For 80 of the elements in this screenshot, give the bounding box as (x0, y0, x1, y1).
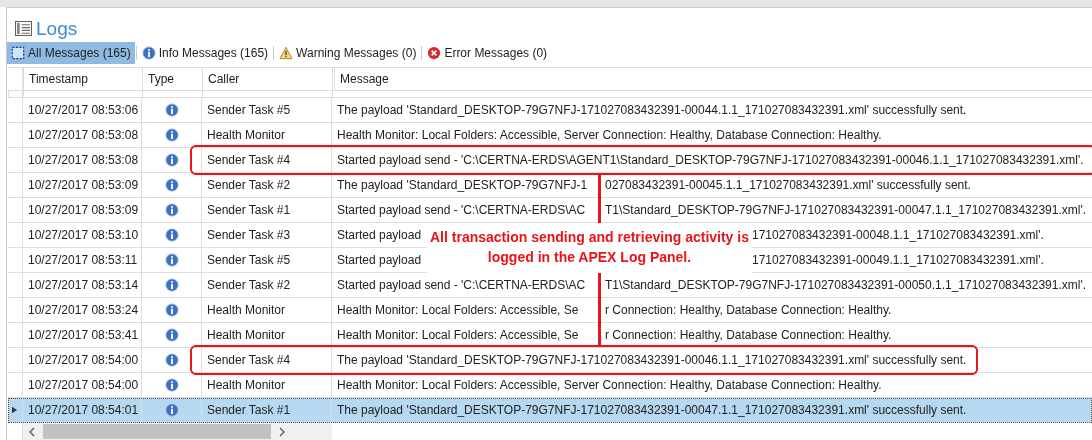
filter-tab[interactable]: Info Messages (165) (137, 42, 273, 64)
info-icon (164, 403, 179, 417)
info-icon (164, 303, 179, 317)
table-cell: Sender Task #5 (202, 248, 332, 272)
table-cell: Sender Task #5 (202, 98, 332, 122)
table-cell: Health Monitor (202, 323, 332, 347)
info-icon (164, 128, 179, 142)
info-icon (164, 203, 179, 217)
list-icon (15, 21, 32, 36)
scroll-left-icon[interactable] (29, 426, 35, 437)
table-cell: r Connection: Healthy, Database Connection: Healthy. (605, 328, 892, 342)
table-cell: The payload 'Standard_DESKTOP-79G7NFJ-171027083432391-00046.1.1_171027083432391.xml' successfully sent. (337, 353, 967, 367)
table-cell-text: Started payload send - 'C:\CERTNA-ERDS\AC (337, 203, 587, 217)
table-cell: Health Monitor: Local Folders: Accessible, Server Connection: Healthy, Database Connection: Healthy. (337, 378, 882, 392)
info-icon (164, 153, 179, 167)
leader-line (598, 175, 601, 223)
table-cell: 10/27/2017 08:53:10 (23, 223, 142, 247)
table-cell: 10/27/2017 08:53:24 (23, 298, 142, 322)
info-icon (164, 178, 179, 192)
row-pointer-icon (12, 406, 17, 414)
table-cell: 10/27/2017 08:53:09 (23, 198, 142, 222)
table-cell: Sender Task #1 (202, 198, 332, 222)
table-cell: Sender Task #1 (202, 398, 332, 422)
table-cell: Sender Task #3 (202, 223, 332, 247)
filter-tab[interactable]: Error Messages (0) (423, 42, 552, 64)
table-cell: The payload 'Standard_DESKTOP-79G7NFJ-171027083432391-00047.1.1_171027083432391.xml' successfully sent. (337, 403, 967, 417)
table-cell-text: Started payload (337, 228, 423, 242)
info-icon (164, 253, 179, 267)
table-cell: Health Monitor (202, 298, 332, 322)
table-cell-text: Started payload send - 'C:\CERTNA-ERDS\AC (337, 278, 587, 292)
table-cell: 10/27/2017 08:53:11 (23, 248, 142, 272)
table-cell: Sender Task #2 (202, 173, 332, 197)
scroll-right-icon[interactable] (279, 426, 285, 437)
table-cell: 171027083432391-00049.1.1_171027083432391.xml'. (752, 253, 1044, 267)
all-icon (11, 46, 25, 60)
column-header[interactable]: Type (142, 68, 202, 90)
table-cell: Started payload send - 'C:\CERTNA-ERDS\AGENT1\Standard_DESKTOP-79G7NFJ-171027083432391-00046.1.1_171027083432391.xml'. (337, 153, 1084, 167)
info-icon (141, 46, 156, 60)
table-cell: T1\Standard_DESKTOP-79G7NFJ-171027083432391-00047.1.1_171027083432391.xml'. (605, 203, 1087, 217)
info-icon (164, 278, 179, 292)
table-cell: 10/27/2017 08:54:00 (23, 373, 142, 397)
table-cell-text: Health Monitor: Local Folders: Accessible, Se (337, 328, 580, 342)
table-cell: Health Monitor (202, 123, 332, 147)
table-cell: 10/27/2017 08:53:08 (23, 123, 142, 147)
table-cell: 10/27/2017 08:53:06 (23, 98, 142, 122)
table-cell: Sender Task #4 (202, 148, 332, 172)
table-cell: T1\Standard_DESKTOP-79G7NFJ-171027083432391-00050.1.1_171027083432391.xml'. (605, 278, 1087, 292)
filter-tab[interactable]: Warning Messages (0) (275, 42, 421, 64)
filter-tab[interactable]: All Messages (165) (7, 42, 135, 64)
table-cell: 10/27/2017 08:53:09 (23, 173, 142, 197)
table-cell: The payload 'Standard_DESKTOP-79G7NFJ-171027083432391-00044.1.1_171027083432391.xml' successfully sent. (337, 103, 967, 117)
info-icon (164, 378, 179, 392)
table-cell: Health Monitor (202, 373, 332, 397)
table-cell: 10/27/2017 08:54:01 (23, 398, 142, 422)
table-cell: 10/27/2017 08:53:14 (23, 273, 142, 297)
table-cell: r Connection: Healthy, Database Connection: Healthy. (605, 303, 892, 317)
table-cell-text: The payload 'Standard_DESKTOP-79G7NFJ-1 (337, 178, 589, 192)
table-cell-text: Health Monitor: Local Folders: Accessible, Se (337, 303, 580, 317)
table-cell: Health Monitor: Local Folders: Accessible, Server Connection: Healthy, Database Connection: Healthy. (337, 128, 882, 142)
horizontal-scrollbar[interactable] (23, 423, 332, 440)
table-cell: Sender Task #4 (202, 348, 332, 372)
column-header[interactable]: Caller (202, 68, 332, 90)
leader-line (598, 273, 601, 345)
table-cell: Sender Task #2 (202, 273, 332, 297)
panel-title: Logs (36, 17, 78, 40)
warning-icon (279, 46, 294, 60)
column-header[interactable]: Message (332, 68, 1092, 90)
column-header[interactable]: Timestamp (23, 68, 142, 90)
table-cell: 10/27/2017 08:53:41 (23, 323, 142, 347)
table-cell: 171027083432391-00048.1.1_171027083432391.xml'. (752, 228, 1044, 242)
table-cell: 027083432391-00045.1.1_171027083432391.xml' successfully sent. (605, 178, 971, 192)
table-cell: 10/27/2017 08:53:08 (23, 148, 142, 172)
info-icon (164, 353, 179, 367)
info-icon (164, 228, 179, 242)
table-cell-text: Started payload (337, 253, 423, 267)
scrollbar-thumb[interactable] (43, 424, 271, 439)
table-cell: 10/27/2017 08:54:00 (23, 348, 142, 372)
info-icon (164, 328, 179, 342)
info-icon (164, 103, 179, 117)
error-icon (427, 46, 442, 60)
